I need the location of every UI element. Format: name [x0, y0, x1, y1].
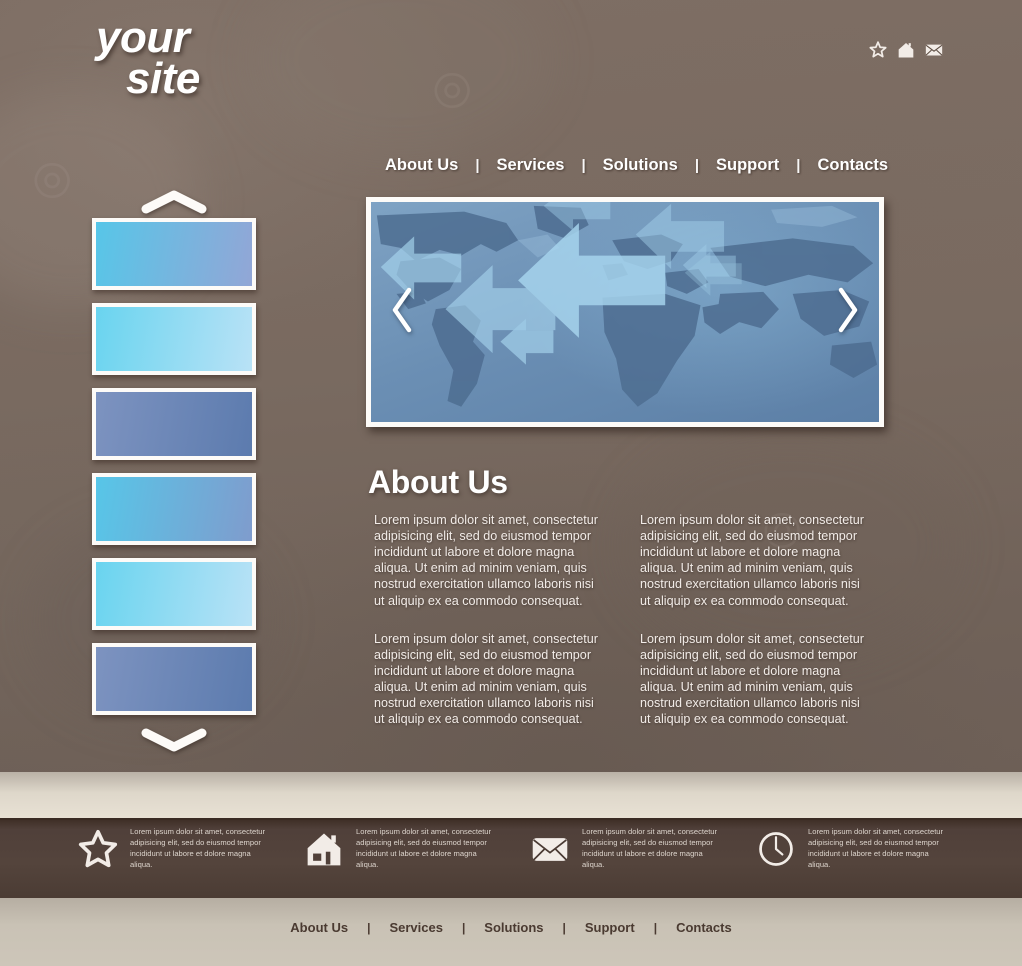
- footer-feature-item-4[interactable]: Lorem ipsum dolor sit amet, consectetur …: [755, 826, 945, 870]
- footer-feature-item-2[interactable]: Lorem ipsum dolor sit amet, consectetur …: [303, 826, 493, 870]
- chevron-down-icon: [141, 728, 207, 757]
- footer-feature-text: Lorem ipsum dolor sit amet, consectetur …: [808, 827, 944, 869]
- star-icon[interactable]: [868, 40, 888, 60]
- footer-nav-item-about-us[interactable]: About Us: [271, 920, 367, 935]
- footer-nav-item-support[interactable]: Support: [566, 920, 654, 935]
- home-icon[interactable]: [896, 40, 916, 60]
- nav-separator: |: [796, 157, 801, 174]
- banner-arrows-graphic: [380, 202, 742, 365]
- thumbnail-scroll-down-button[interactable]: [92, 728, 256, 756]
- nav-item-solutions[interactable]: Solutions: [586, 156, 695, 175]
- footer-nav-item-services[interactable]: Services: [370, 920, 462, 935]
- thumbnail-item-6[interactable]: [92, 643, 256, 715]
- nav-separator: |: [694, 157, 700, 174]
- footer-feature-item-3[interactable]: Lorem ipsum dolor sit amet, consectetur …: [529, 826, 719, 870]
- nav-item-support[interactable]: Support: [699, 156, 796, 175]
- logo-line-2: site: [126, 53, 200, 103]
- mail-icon[interactable]: [924, 40, 944, 60]
- main-navigation: About Us | Services | Solutions | Suppor…: [368, 156, 905, 175]
- nav-item-about-us[interactable]: About Us: [368, 156, 475, 175]
- footer-feature-list: Lorem ipsum dolor sit amet, consectetur …: [0, 826, 1022, 892]
- nav-item-services[interactable]: Services: [480, 156, 582, 175]
- thumbnail-item-2[interactable]: [92, 303, 256, 375]
- about-paragraph-3: Lorem ipsum dolor sit amet, consectetur …: [374, 631, 598, 727]
- star-icon: [77, 828, 119, 870]
- chevron-right-icon: [835, 286, 861, 339]
- footer-feature-text: Lorem ipsum dolor sit amet, consectetur …: [582, 827, 718, 869]
- thumbnail-item-3[interactable]: [92, 388, 256, 460]
- footer-divider-top: [0, 772, 1022, 818]
- banner-next-button[interactable]: [831, 284, 865, 340]
- footer-navigation: About Us | Services | Solutions | Suppor…: [0, 920, 1022, 935]
- banner-prev-button[interactable]: [385, 284, 419, 340]
- footer-feature-text: Lorem ipsum dolor sit amet, consectetur …: [130, 827, 266, 869]
- footer-feature-text: Lorem ipsum dolor sit amet, consectetur …: [356, 827, 492, 869]
- nav-separator: |: [475, 157, 480, 174]
- watermark: ◎: [420, 55, 481, 120]
- thumbnail-rail: [92, 190, 256, 756]
- site-logo[interactable]: your site: [96, 16, 200, 103]
- footer-nav-item-solutions[interactable]: Solutions: [465, 920, 562, 935]
- nav-item-contacts[interactable]: Contacts: [800, 156, 905, 175]
- background-blob: [250, 0, 550, 160]
- chevron-left-icon: [389, 286, 415, 339]
- hero-banner-slider[interactable]: [366, 197, 884, 427]
- footer-feature-item-1[interactable]: Lorem ipsum dolor sit amet, consectetur …: [77, 826, 267, 870]
- chevron-up-icon: [141, 190, 207, 219]
- footer-nav-item-contacts[interactable]: Contacts: [657, 920, 751, 935]
- clock-icon: [755, 828, 797, 870]
- thumbnail-item-1[interactable]: [92, 218, 256, 290]
- header-icon-group: [868, 40, 944, 60]
- about-paragraph-1: Lorem ipsum dolor sit amet, consectetur …: [374, 513, 598, 608]
- home-icon: [303, 828, 345, 870]
- thumbnail-scroll-up-button[interactable]: [92, 190, 256, 218]
- about-section-title: About Us: [368, 464, 508, 500]
- mail-icon: [529, 828, 571, 870]
- watermark: ◎: [20, 145, 81, 210]
- about-paragraph-2: Lorem ipsum dolor sit amet, consectetur …: [640, 513, 864, 608]
- thumbnail-item-4[interactable]: [92, 473, 256, 545]
- about-text-columns: Lorem ipsum dolor sit amet, consectetur …: [374, 512, 886, 727]
- about-paragraph-4: Lorem ipsum dolor sit amet, consectetur …: [640, 631, 864, 727]
- nav-separator: |: [581, 157, 586, 174]
- thumbnail-item-5[interactable]: [92, 558, 256, 630]
